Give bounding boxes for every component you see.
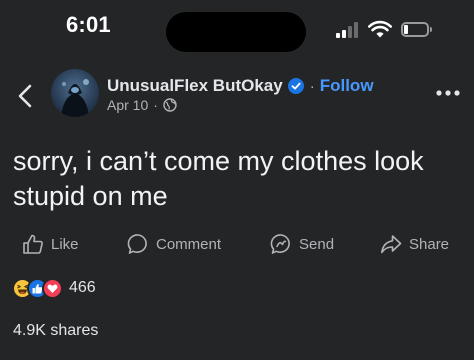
reactions-summary[interactable]: 466 <box>12 277 96 299</box>
post-meta: Apr 10 · <box>107 97 177 113</box>
comment-bubble-icon <box>127 234 147 254</box>
verified-badge-icon <box>287 78 304 94</box>
separator-dot: · <box>309 77 315 95</box>
meta-separator: · <box>153 97 158 113</box>
share-label: Share <box>409 235 450 253</box>
status-time: 6:01 <box>66 12 111 37</box>
share-arrow-icon <box>381 235 402 254</box>
author-name[interactable]: UnusualFlex ButOkay <box>107 76 283 96</box>
wifi-icon <box>368 20 392 38</box>
like-label: Like <box>51 235 79 253</box>
comment-button[interactable]: Comment <box>127 232 221 256</box>
like-button[interactable]: Like <box>22 232 79 256</box>
comment-label: Comment <box>156 235 222 253</box>
battery-icon <box>401 22 432 37</box>
messenger-icon <box>270 234 290 254</box>
post-date[interactable]: Apr 10 <box>107 97 148 113</box>
love-reaction-icon <box>42 277 63 299</box>
post-text: sorry, i can’t come my clothes look stup… <box>13 146 424 211</box>
share-button[interactable]: Share <box>380 232 449 256</box>
send-label: Send <box>299 235 335 253</box>
author-avatar[interactable] <box>51 69 99 117</box>
back-chevron-icon[interactable] <box>16 84 36 108</box>
thumbs-up-icon <box>23 234 43 254</box>
dynamic-island <box>166 12 306 52</box>
cellular-signal-icon <box>336 22 360 38</box>
follow-button[interactable]: Follow <box>320 76 374 96</box>
reaction-count: 466 <box>69 279 96 296</box>
globe-icon <box>163 98 177 112</box>
author-row: UnusualFlex ButOkay · Follow <box>107 74 374 98</box>
shares-count[interactable]: 4.9K shares <box>13 322 98 340</box>
more-options-icon[interactable] <box>435 88 461 98</box>
send-button[interactable]: Send <box>270 232 334 256</box>
